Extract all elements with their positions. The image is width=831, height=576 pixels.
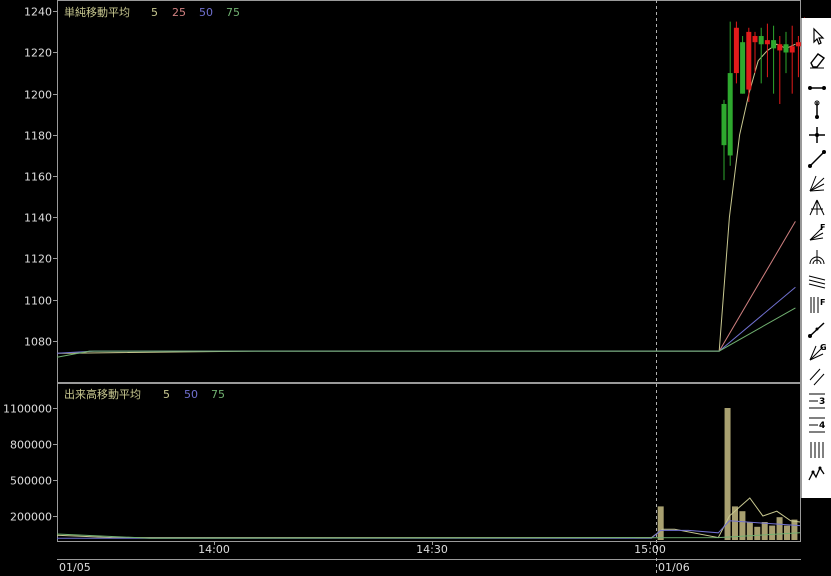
pitchfork-icon[interactable] [805, 198, 829, 218]
horizontal-line-icon[interactable] [805, 78, 829, 98]
volume-y-tick-label: 200000 [10, 511, 52, 524]
volume-y-axis: 200000 500000 800000 1100000 [3, 403, 57, 524]
candle-body [727, 73, 733, 156]
price-y-tick-label: 1100 [24, 295, 52, 308]
eraser-icon[interactable] [805, 50, 829, 70]
candle-body [752, 36, 758, 43]
volume-legend-title: 出来高移動平均 [64, 387, 141, 401]
regression-channel-icon[interactable] [805, 271, 829, 291]
price-panel[interactable] [57, 0, 801, 383]
candle-body [758, 36, 764, 45]
date-label-0106: 01/06 [658, 561, 690, 574]
svg-text:F: F [820, 298, 825, 307]
time-label-1400: 14:00 [198, 543, 230, 556]
svg-text:F: F [820, 223, 825, 232]
wave-tool-icon[interactable] [805, 464, 829, 484]
price-legend-title: 単純移動平均 [64, 5, 130, 19]
volume-panel[interactable] [57, 383, 801, 542]
price-y-tick-label: 1120 [24, 253, 52, 266]
volume-y-tick-label: 800000 [10, 439, 52, 452]
price-legend-ma50: 50 [199, 6, 213, 19]
four-division-lines-icon[interactable]: 4 [805, 415, 829, 435]
price-y-tick-label: 1240 [24, 6, 52, 19]
fibonacci-time-zones-icon[interactable]: F [805, 295, 829, 315]
parallel-lines-icon[interactable] [805, 367, 829, 387]
cross-line-icon[interactable] [805, 125, 829, 145]
candle-body [740, 42, 746, 94]
candle-body [783, 44, 789, 53]
price-legend-ma25: 25 [172, 6, 186, 19]
volume-legend-ma5: 5 [163, 388, 170, 401]
price-y-tick-label: 1080 [24, 336, 52, 349]
chart-frame: 単純移動平均 5 25 50 75 出来高移動平均 5 50 75 14:00 … [3, 0, 808, 576]
candle-body [789, 46, 795, 53]
volume-bar [783, 525, 790, 540]
candle-body [777, 44, 783, 51]
cursor-icon[interactable] [805, 27, 829, 47]
candle-body [733, 27, 739, 74]
volume-bar [791, 519, 798, 540]
volume-bar [746, 522, 753, 540]
price-y-tick-label: 1200 [24, 89, 52, 102]
svg-text:G: G [820, 343, 827, 352]
cycle-lines-icon[interactable] [805, 440, 829, 460]
volume-legend-ma50: 50 [184, 388, 198, 401]
volume-bar [769, 525, 776, 540]
price-y-tick-label: 1220 [24, 47, 52, 60]
volume-y-tick-label: 1100000 [3, 403, 52, 416]
candle-body [721, 103, 727, 146]
gann-line-icon[interactable] [805, 319, 829, 339]
price-y-tick-label: 1140 [24, 212, 52, 225]
drawing-toolbar: F F G 3 4 [801, 18, 831, 498]
volume-legend-ma75: 75 [211, 388, 225, 401]
price-y-tick-label: 1160 [24, 171, 52, 184]
fibonacci-fan-icon[interactable]: F [805, 223, 829, 243]
volume-bar [754, 526, 761, 540]
price-legend-ma5: 5 [151, 6, 158, 19]
fibonacci-arcs-icon[interactable] [805, 247, 829, 267]
candle-body [771, 40, 777, 49]
svg-text:4: 4 [819, 421, 825, 431]
candle-body [764, 40, 770, 45]
date-label-0105: 01/05 [59, 561, 91, 574]
gann-fan-icon[interactable]: G [805, 343, 829, 363]
time-axis: 14:00 14:30 15:00 01/05 01/06 [59, 541, 690, 574]
price-y-axis: 1080 1100 1120 1140 1160 1180 1200 1220 1240 [24, 6, 57, 349]
volume-bar [776, 517, 783, 540]
volume-bar [657, 506, 664, 540]
svg-text:3: 3 [819, 397, 825, 407]
volume-bar [761, 522, 768, 540]
price-legend-ma75: 75 [226, 6, 240, 19]
time-label-1430: 14:30 [416, 543, 448, 556]
vertical-line-icon[interactable] [805, 100, 829, 120]
price-y-tick-label: 1180 [24, 130, 52, 143]
three-division-lines-icon[interactable]: 3 [805, 391, 829, 411]
volume-y-tick-label: 500000 [10, 475, 52, 488]
trend-line-icon[interactable] [805, 149, 829, 169]
candle-body [746, 31, 752, 90]
fan-lines-icon[interactable] [805, 174, 829, 194]
time-label-1500: 15:00 [634, 543, 666, 556]
